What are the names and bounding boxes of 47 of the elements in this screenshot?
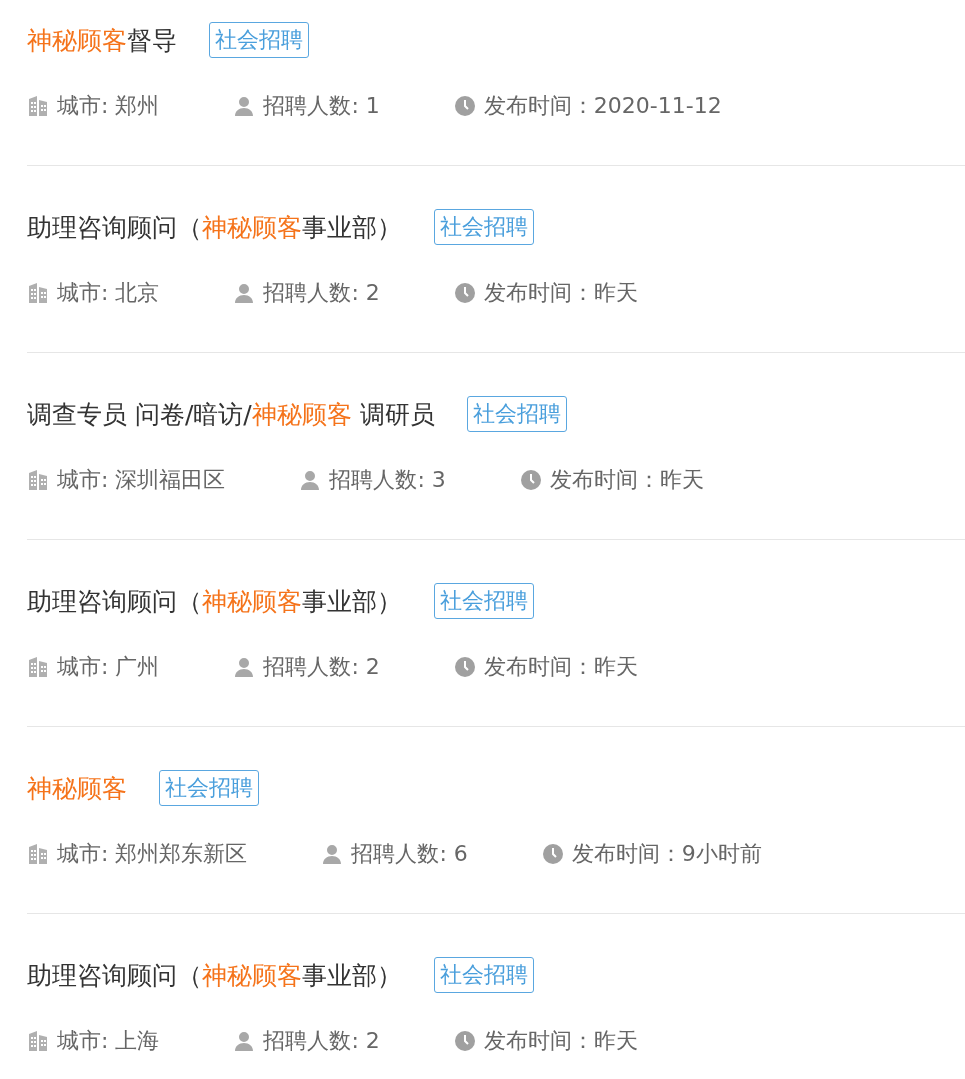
job-title[interactable]: 助理咨询顾问（神秘顾客事业部） <box>27 210 402 244</box>
posted-time: 发布时间：昨天 <box>483 1027 638 1055</box>
headcount-text: 招聘人数: 2 <box>263 279 380 307</box>
city-text: 城市: 深圳福田区 <box>57 466 226 494</box>
headcount-text: 招聘人数: 6 <box>351 840 468 868</box>
clock-icon <box>453 1030 476 1052</box>
posted-time: 发布时间：昨天 <box>483 653 638 681</box>
building-icon <box>27 1030 49 1052</box>
person-icon <box>233 282 256 304</box>
person-icon <box>299 469 322 491</box>
job-title[interactable]: 助理咨询顾问（神秘顾客事业部） <box>27 958 402 992</box>
posted-time: 发布时间：2020-11-12 <box>483 92 722 120</box>
recruitment-tag: 社会招聘 <box>434 957 534 993</box>
job-title[interactable]: 调查专员 问卷/暗访/神秘顾客 调研员 <box>27 397 435 431</box>
headcount-text: 招聘人数: 3 <box>329 466 446 494</box>
person-icon <box>233 656 256 678</box>
person-icon <box>233 1030 256 1052</box>
recruitment-tag: 社会招聘 <box>466 396 567 432</box>
posted-time: 发布时间：昨天 <box>483 279 638 307</box>
recruitment-tag: 社会招聘 <box>209 22 309 58</box>
job-title[interactable]: 助理咨询顾问（神秘顾客事业部） <box>27 584 402 618</box>
clock-icon <box>453 95 476 117</box>
building-icon <box>27 95 49 117</box>
recruitment-tag: 社会招聘 <box>159 770 259 806</box>
clock-icon <box>541 843 564 865</box>
recruitment-tag: 社会招聘 <box>434 583 534 619</box>
posted-time: 发布时间：9小时前 <box>571 840 762 868</box>
headcount-text: 招聘人数: 1 <box>263 92 380 120</box>
person-icon <box>233 95 256 117</box>
posted-time: 发布时间：昨天 <box>549 466 704 494</box>
building-icon <box>27 656 49 678</box>
city-text: 城市: 广州 <box>57 653 160 681</box>
headcount-text: 招聘人数: 2 <box>263 653 380 681</box>
city-text: 城市: 上海 <box>57 1027 160 1055</box>
city-text: 城市: 郑州 <box>57 92 160 120</box>
building-icon <box>27 282 49 304</box>
clock-icon <box>453 656 476 678</box>
recruitment-tag: 社会招聘 <box>434 209 534 245</box>
clock-icon <box>453 282 476 304</box>
person-icon <box>321 843 344 865</box>
building-icon <box>27 469 49 491</box>
job-title[interactable]: 神秘顾客督导 <box>27 23 177 57</box>
city-text: 城市: 北京 <box>57 279 160 307</box>
headcount-text: 招聘人数: 2 <box>263 1027 380 1055</box>
city-text: 城市: 郑州郑东新区 <box>57 840 248 868</box>
building-icon <box>27 843 49 865</box>
clock-icon <box>519 469 542 491</box>
